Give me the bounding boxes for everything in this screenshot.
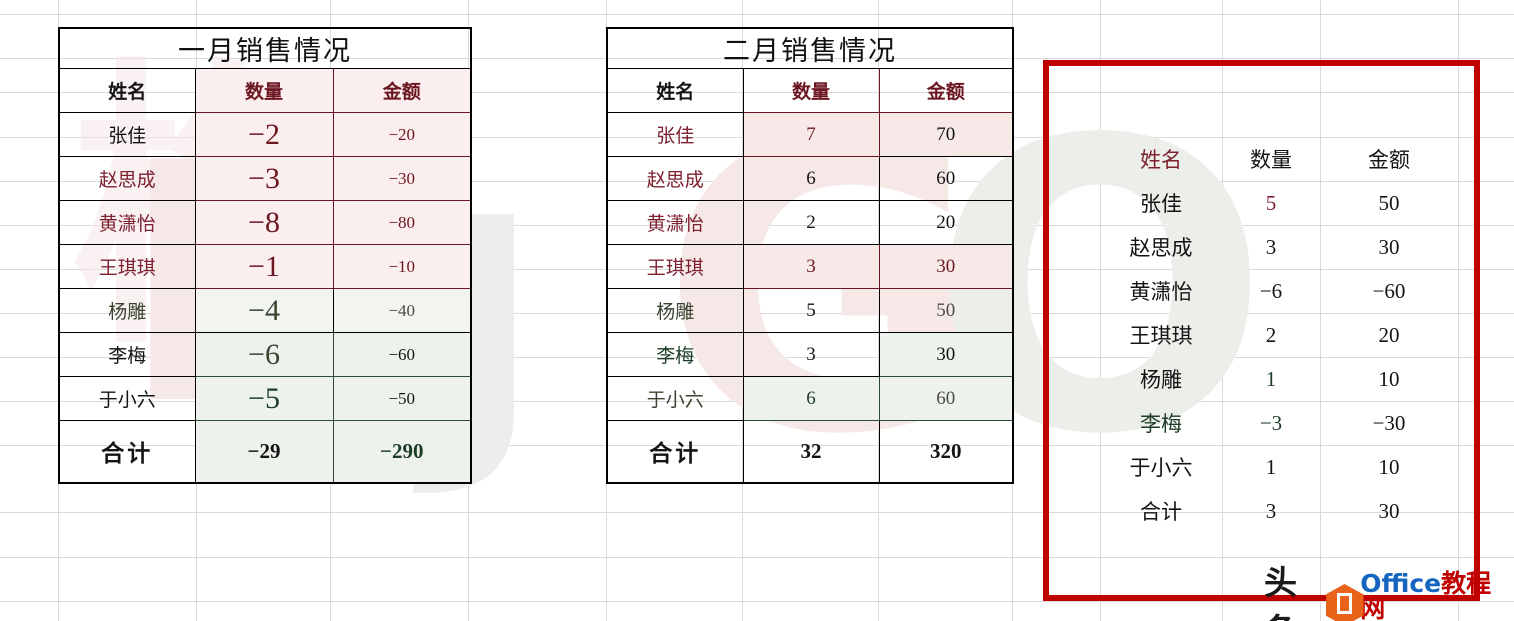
table-row: 杨雕 5 50 — [606, 288, 1014, 333]
total-qty: −29 — [194, 420, 334, 483]
cell-name: 李梅 — [606, 332, 744, 377]
table-title-row: 二月销售情况 — [606, 27, 1014, 69]
cell-name: 黄潇怡 — [606, 200, 744, 245]
selection-rectangle — [1043, 60, 1480, 601]
cell-name: 杨雕 — [606, 288, 744, 333]
cell-amount: 70 — [878, 112, 1014, 157]
cell-amount: −10 — [332, 244, 472, 289]
table-row: 于小六 −5 −50 — [58, 376, 472, 421]
column-header-qty: 数量 — [194, 68, 334, 113]
cell-name: 王琪琪 — [58, 244, 196, 289]
cell-name: 赵思成 — [606, 156, 744, 201]
table-row: 杨雕 −4 −40 — [58, 288, 472, 333]
table-row: 于小六 6 60 — [606, 376, 1014, 421]
table-row: 赵思成 6 60 — [606, 156, 1014, 201]
cell-name: 赵思成 — [58, 156, 196, 201]
cell-qty: 5 — [742, 288, 880, 333]
cell-amount: −30 — [332, 156, 472, 201]
table-row: 李梅 −6 −60 — [58, 332, 472, 377]
column-header-amount: 金额 — [878, 68, 1014, 113]
cell-amount: −50 — [332, 376, 472, 421]
table-header-row: 姓名 数量 金额 — [58, 68, 472, 113]
cell-qty: −2 — [194, 112, 334, 157]
total-amount: 320 — [878, 420, 1014, 483]
table-row: 张佳 7 70 — [606, 112, 1014, 157]
table-title-row: 一月销售情况 — [58, 27, 472, 69]
branding-watermark: 头条 Office教程网 www.office26.com — [1264, 556, 1514, 621]
cell-qty: −3 — [194, 156, 334, 201]
cell-amount: −20 — [332, 112, 472, 157]
column-header-name: 姓名 — [58, 68, 196, 113]
table-header-row: 姓名 数量 金额 — [606, 68, 1014, 113]
cell-name: 杨雕 — [58, 288, 196, 333]
office-hex-icon — [1325, 582, 1364, 621]
column-header-name: 姓名 — [606, 68, 744, 113]
cell-amount: 20 — [878, 200, 1014, 245]
office-brand-label: Office教程网 — [1360, 568, 1492, 621]
cell-qty: 6 — [742, 156, 880, 201]
cell-name: 张佳 — [606, 112, 744, 157]
table-row: 王琪琪 3 30 — [606, 244, 1014, 289]
total-amount: −290 — [332, 420, 472, 483]
cell-qty: 2 — [742, 200, 880, 245]
cell-amount: −80 — [332, 200, 472, 245]
table-row: 王琪琪 −1 −10 — [58, 244, 472, 289]
cell-amount: 30 — [878, 332, 1014, 377]
column-header-amount: 金额 — [332, 68, 472, 113]
spreadsheet-canvas: H J G O 梅 一月销售情况 姓名 数量 金额 张佳 −2 −20 赵思成 … — [0, 0, 1514, 621]
cell-amount: −40 — [332, 288, 472, 333]
total-label: 合计 — [58, 420, 196, 483]
table-total-row: 合计 −29 −290 — [58, 420, 472, 483]
table-total-row: 合计 32 320 — [606, 420, 1014, 483]
total-qty: 32 — [742, 420, 880, 483]
column-header-qty: 数量 — [742, 68, 880, 113]
cell-name: 李梅 — [58, 332, 196, 377]
cell-name: 张佳 — [58, 112, 196, 157]
cell-qty: −4 — [194, 288, 334, 333]
cell-qty: 3 — [742, 332, 880, 377]
cell-qty: 6 — [742, 376, 880, 421]
table-january: 一月销售情况 姓名 数量 金额 张佳 −2 −20 赵思成 −3 −30 黄潇怡… — [58, 27, 473, 484]
table-row: 李梅 3 30 — [606, 332, 1014, 377]
cell-name: 于小六 — [606, 376, 744, 421]
cell-amount: 30 — [878, 244, 1014, 289]
table-february: 二月销售情况 姓名 数量 金额 张佳 7 70 赵思成 6 60 黄潇怡 2 2… — [606, 27, 1015, 484]
cell-amount: 50 — [878, 288, 1014, 333]
table-title: 一月销售情况 — [58, 27, 472, 69]
cell-qty: 7 — [742, 112, 880, 157]
table-row: 黄潇怡 2 20 — [606, 200, 1014, 245]
cell-amount: 60 — [878, 156, 1014, 201]
toutiao-label: 头条 — [1264, 563, 1298, 621]
cell-name: 于小六 — [58, 376, 196, 421]
cell-name: 黄潇怡 — [58, 200, 196, 245]
cell-amount: −60 — [332, 332, 472, 377]
cell-qty: −6 — [194, 332, 334, 377]
cell-name: 王琪琪 — [606, 244, 744, 289]
cell-qty: −1 — [194, 244, 334, 289]
table-row: 黄潇怡 −8 −80 — [58, 200, 472, 245]
table-title: 二月销售情况 — [606, 27, 1014, 69]
cell-qty: −8 — [194, 200, 334, 245]
cell-qty: 3 — [742, 244, 880, 289]
cell-qty: −5 — [194, 376, 334, 421]
table-row: 赵思成 −3 −30 — [58, 156, 472, 201]
cell-amount: 60 — [878, 376, 1014, 421]
total-label: 合计 — [606, 420, 744, 483]
table-row: 张佳 −2 −20 — [58, 112, 472, 157]
